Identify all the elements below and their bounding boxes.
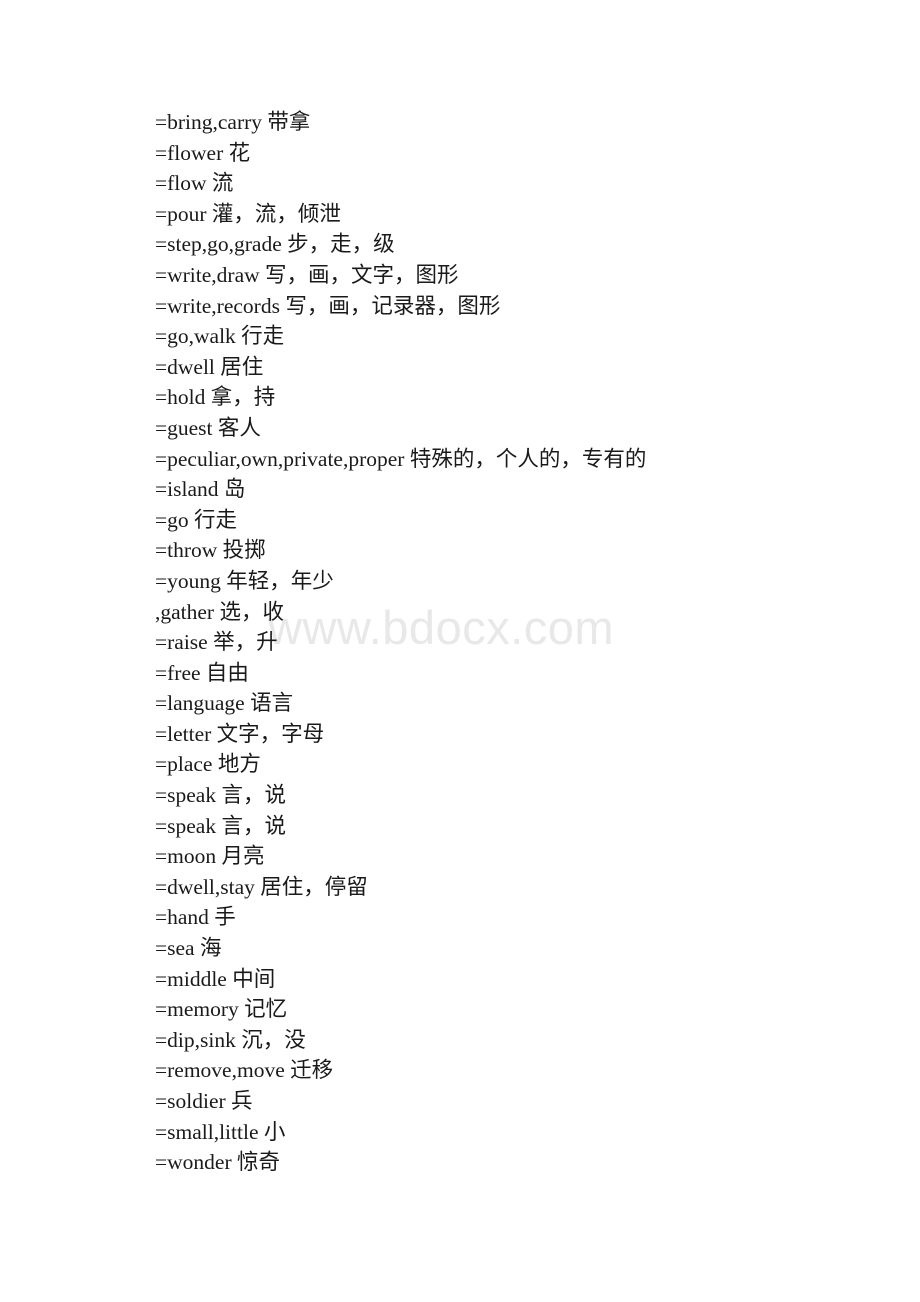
text-line: =flow 流 [155, 171, 234, 196]
text-line: =raise 举，升 [155, 630, 278, 655]
text-line: ,gather 选，收 [155, 599, 284, 624]
text-line: =small,little 小 [155, 1119, 286, 1144]
text-line: =middle 中间 [155, 966, 276, 991]
text-line: =moon 月亮 [155, 844, 265, 869]
text-line: =speak 言，说 [155, 783, 286, 808]
text-line: =guest 客人 [155, 415, 261, 440]
text-line: =dip,sink 沉，没 [155, 1027, 306, 1052]
text-line: =hand 手 [155, 905, 236, 930]
text-line: =soldier 兵 [155, 1089, 253, 1113]
text-line: =memory 记忆 [155, 997, 288, 1022]
text-line: =remove,move 迁移 [155, 1058, 334, 1083]
text-line: =place 地方 [155, 752, 261, 777]
text-line: =speak 言，说 [155, 813, 286, 838]
text-line: =step,go,grade 步，走，级 [155, 232, 395, 257]
text-line: =throw 投掷 [155, 538, 266, 563]
document-text-body: =bring,carry 带拿 =flower 花 =flow 流 =pour … [155, 107, 855, 1178]
text-line: =flower 花 [155, 140, 251, 165]
text-line: =write,records 写，画，记录器，图形 [155, 293, 501, 318]
text-line: =sea 海 [155, 936, 222, 961]
text-line: =bring,carry 带拿 [155, 110, 311, 134]
text-line: =island 岛 [155, 477, 246, 502]
text-line: =go,walk 行走 [155, 324, 285, 349]
text-line: =peculiar,own,private,proper 特殊的，个人的，专有的 [155, 446, 647, 471]
text-line: =language 语言 [155, 691, 294, 716]
text-line: =dwell 居住 [155, 354, 264, 379]
text-line: =dwell,stay 居住，停留 [155, 874, 368, 899]
text-line: =free 自由 [155, 660, 249, 685]
text-line: =young 年轻，年少 [155, 568, 334, 593]
text-line: =pour 灌，流，倾泄 [155, 201, 341, 226]
text-line: =wonder 惊奇 [155, 1150, 280, 1175]
text-line: =hold 拿，持 [155, 385, 276, 410]
document-page: www.bdocx.com =bring,carry 带拿 =flower 花 … [0, 0, 920, 1302]
text-line: =go 行走 [155, 507, 238, 532]
text-line: =write,draw 写，画，文字，图形 [155, 262, 459, 287]
text-line: =letter 文字，字母 [155, 721, 325, 746]
